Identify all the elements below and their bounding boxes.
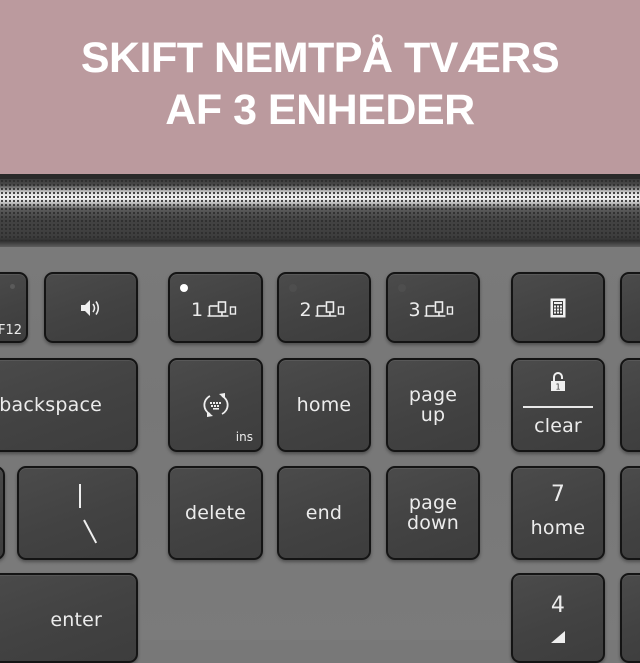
svg-text:1: 1 <box>555 383 560 392</box>
promo-banner: SKIFT NEMTPÅ TVÆRS AF 3 ENHEDER <box>0 0 640 174</box>
channel-3-number: 3 <box>408 298 421 321</box>
home-key[interactable]: home <box>277 358 371 452</box>
partial-key-row3[interactable] <box>620 466 640 560</box>
page-down-label: page down <box>388 493 478 533</box>
banner-headline-line2: AF 3 ENHEDER <box>165 86 475 134</box>
partial-key-row1[interactable] <box>620 272 640 343</box>
ins-label: ins <box>235 430 253 444</box>
numpad-7-number: 7 <box>550 482 566 507</box>
f12-led <box>10 284 15 289</box>
volume-key[interactable] <box>44 272 138 343</box>
channel-1-number: 1 <box>190 298 204 321</box>
backslash-glyph <box>83 519 98 544</box>
enter-label: enter <box>50 609 102 631</box>
channel-2-led <box>289 284 297 292</box>
channel-1-led <box>180 284 188 292</box>
page-down-key[interactable]: page down <box>386 466 480 560</box>
delete-key[interactable]: delete <box>168 466 263 560</box>
backspace-label: backspace <box>0 394 102 416</box>
page-up-key[interactable]: page up <box>386 358 480 452</box>
f12-label: F12 <box>0 323 22 338</box>
arrow-left-icon <box>551 631 565 643</box>
keyboard-speaker-grille <box>0 179 640 241</box>
numpad-4-number: 4 <box>550 593 566 618</box>
numpad-7-key[interactable]: 7 home <box>511 466 605 560</box>
partial-key-row4[interactable] <box>620 573 640 663</box>
partial-key-row2[interactable] <box>620 358 640 452</box>
computer-phone-icon <box>315 300 345 317</box>
partial-key-left-row3[interactable] <box>0 466 5 560</box>
calculator-key[interactable] <box>511 272 605 343</box>
clear-key-divider <box>523 406 593 408</box>
backslash-key[interactable] <box>17 466 138 560</box>
page-down-line2: down <box>406 512 460 534</box>
f12-key[interactable]: F12 <box>0 272 28 343</box>
computer-phone-icon <box>424 300 454 317</box>
page-down-line1: page <box>408 492 458 514</box>
numpad-7-home-label: home <box>530 517 586 539</box>
numpad-4-key[interactable]: 4 <box>511 573 605 663</box>
end-label: end <box>305 502 343 524</box>
channel-2-number: 2 <box>299 298 312 321</box>
clear-numlock-key[interactable]: 1 clear <box>511 358 605 452</box>
easy-switch-key-2[interactable]: 2 <box>277 272 371 343</box>
easy-switch-key-3[interactable]: 3 <box>386 272 480 343</box>
enter-key[interactable]: enter <box>0 573 138 663</box>
channel-3-led <box>398 284 406 292</box>
clear-label: clear <box>534 415 582 437</box>
insert-key[interactable]: ins <box>168 358 263 452</box>
banner-headline: SKIFT NEMTPÅ TVÆRS AF 3 ENHEDER <box>80 32 560 136</box>
numlock-1-icon: 1 <box>551 372 565 392</box>
page-up-line1: page <box>408 384 458 406</box>
calculator-icon <box>550 298 566 317</box>
keyboard-swap-icon <box>203 393 228 417</box>
home-label: home <box>296 394 352 416</box>
delete-label: delete <box>184 502 247 524</box>
banner-headline-line1: SKIFT NEMTPÅ TVÆRS <box>80 34 560 82</box>
computer-phone-icon <box>207 300 236 317</box>
page-up-line2: up <box>420 404 446 426</box>
easy-switch-key-1[interactable]: 1 <box>168 272 263 343</box>
page-up-label: page up <box>388 385 478 425</box>
speaker-volume-icon <box>81 299 100 316</box>
pipe-glyph <box>79 484 81 508</box>
backspace-key[interactable]: backspace <box>0 358 138 452</box>
end-key[interactable]: end <box>277 466 371 560</box>
